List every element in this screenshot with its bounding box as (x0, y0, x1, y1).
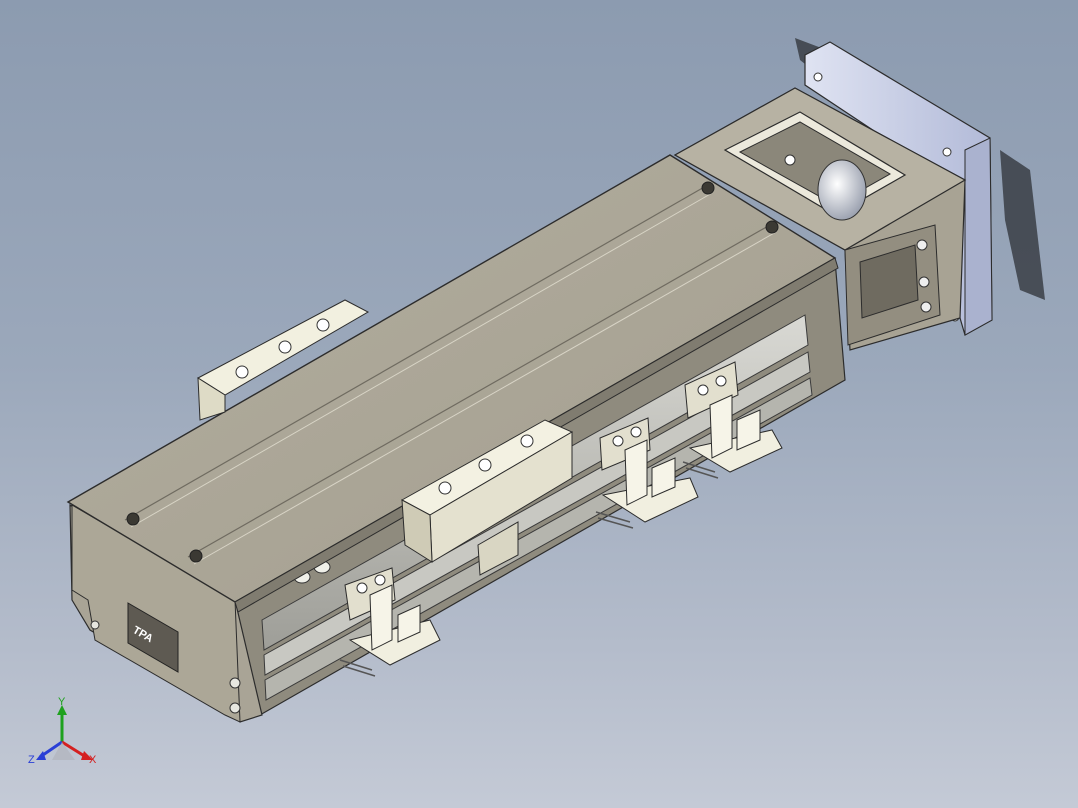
y-axis-label: Y (58, 696, 66, 708)
z-axis-label: Z (28, 754, 35, 766)
linear-actuator-model[interactable]: TPA Y X Z (0, 0, 1078, 808)
cad-graphics-viewport[interactable]: TPA Y X Z (0, 0, 1078, 808)
x-axis-label: X (89, 754, 97, 766)
view-orientation-triad[interactable]: Y X Z (28, 696, 97, 766)
